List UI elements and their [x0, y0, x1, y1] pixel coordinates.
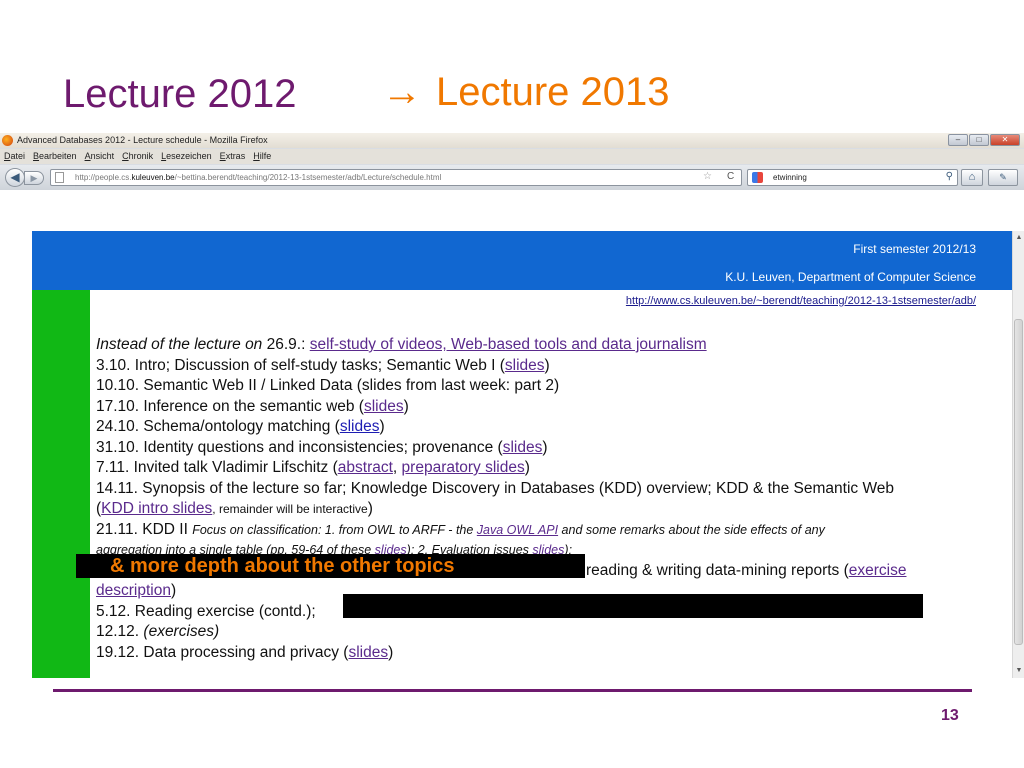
slides-link[interactable]: slides — [505, 357, 545, 374]
schedule-line: 17.10. Inference on the semantic web (sl… — [96, 397, 409, 415]
forward-button[interactable]: ▶ — [24, 171, 44, 185]
vertical-scrollbar[interactable]: ▲ ▼ — [1012, 231, 1024, 678]
scroll-up-icon[interactable]: ▲ — [1013, 231, 1024, 245]
redaction-box — [343, 594, 923, 618]
page-header: First semester 2012/13 K.U. Leuven, Depa… — [32, 231, 1012, 290]
overlay-annotation: & more depth about the other topics — [110, 555, 455, 577]
green-sidebar — [32, 290, 90, 678]
slides-link[interactable]: slides — [503, 439, 543, 456]
bookmark-star-icon[interactable]: ☆ — [703, 171, 712, 182]
menu-datei[interactable]: Datei — [4, 149, 25, 164]
menu-ansicht[interactable]: Ansicht — [85, 149, 115, 164]
search-engine-icon[interactable] — [752, 172, 763, 183]
menu-bearbeiten[interactable]: Bearbeiten — [33, 149, 77, 164]
slide-title-2012: Lecture 2012 — [63, 72, 297, 116]
footer-divider — [53, 689, 972, 692]
search-bar[interactable]: etwinning ⚲ — [747, 169, 958, 186]
kdd-intro-slides-link[interactable]: KDD intro slides — [101, 500, 212, 517]
preparatory-slides-link[interactable]: preparatory slides — [402, 459, 525, 476]
schedule-line: 21.11. KDD II Focus on classification: 1… — [96, 520, 825, 538]
maximize-button[interactable]: □ — [969, 134, 989, 146]
page-icon — [55, 172, 64, 183]
firefox-icon — [2, 135, 13, 146]
menu-extras[interactable]: Extras — [220, 149, 246, 164]
course-url-link[interactable]: http://www.cs.kuleuven.be/~berendt/teach… — [626, 295, 976, 307]
menu-lesezeichen[interactable]: Lesezeichen — [161, 149, 212, 164]
schedule-line: 10.10. Semantic Web II / Linked Data (sl… — [96, 377, 560, 394]
department-label: K.U. Leuven, Department of Computer Scie… — [725, 270, 976, 284]
scroll-down-icon[interactable]: ▼ — [1013, 664, 1024, 678]
arrow-right-icon: → — [382, 70, 422, 114]
schedule-line: (KDD intro slides, remainder will be int… — [96, 500, 373, 517]
slides-link[interactable]: slides — [340, 418, 380, 435]
menu-chronik[interactable]: Chronik — [122, 149, 153, 164]
abstract-link[interactable]: abstract — [338, 459, 393, 476]
self-study-link[interactable]: self-study of videos, Web-based tools an… — [310, 336, 707, 353]
window-controls: – □ ✕ — [948, 134, 1020, 146]
slides-link[interactable]: slides — [364, 398, 404, 415]
bookmarks-button[interactable]: ✎ — [988, 169, 1018, 186]
minimize-button[interactable]: – — [948, 134, 968, 146]
search-input[interactable]: etwinning — [773, 173, 807, 182]
schedule-line: 19.12. Data processing and privacy (slid… — [96, 643, 394, 661]
semester-label: First semester 2012/13 — [853, 242, 976, 256]
schedule-line: 31.10. Identity questions and inconsiste… — [96, 438, 548, 456]
back-button[interactable]: ◀ — [5, 168, 25, 187]
address-bar[interactable]: http://people.cs.kuleuven.be/~bettina.be… — [50, 169, 742, 186]
browser-chrome: Advanced Databases 2012 - Lecture schedu… — [0, 133, 1024, 190]
schedule-line: 3.10. Intro; Discussion of self-study ta… — [96, 356, 550, 374]
slide: Lecture 2012 → Lecture 2013 Advanced Data… — [0, 0, 1024, 768]
exercise-link[interactable]: exercise — [849, 562, 907, 579]
slide-title-2013-text: Lecture 2013 — [436, 70, 670, 114]
menu-bar: Datei Bearbeiten Ansicht Chronik Lesezei… — [0, 149, 1024, 164]
search-icon[interactable]: ⚲ — [946, 171, 953, 182]
schedule-line: 24.10. Schema/ontology matching (slides) — [96, 418, 385, 435]
schedule-line: 14.11. Synopsis of the lecture so far; K… — [96, 479, 895, 497]
window-titlebar: Advanced Databases 2012 - Lecture schedu… — [0, 133, 1024, 148]
slides-link[interactable]: slides — [348, 644, 388, 661]
page-number: 13 — [941, 707, 959, 724]
scroll-thumb[interactable] — [1014, 319, 1023, 645]
menu-hilfe[interactable]: Hilfe — [253, 149, 271, 164]
schedule-line: 12.12. (exercises) — [96, 623, 220, 640]
navigation-toolbar: ◀ ▶ http://people.cs.kuleuven.be/~bettin… — [0, 165, 1024, 190]
close-button[interactable]: ✕ — [990, 134, 1020, 146]
schedule-line: Instead of the lecture on 26.9.: self-st… — [96, 336, 707, 353]
window-title: Advanced Databases 2012 - Lecture schedu… — [17, 135, 268, 145]
address-url[interactable]: http://people.cs.kuleuven.be/~bettina.be… — [75, 173, 441, 182]
java-owl-api-link[interactable]: Java OWL API — [477, 523, 558, 537]
schedule-line: 7.11. Invited talk Vladimir Lifschitz (a… — [96, 459, 530, 476]
exercise-description-link[interactable]: description — [96, 582, 171, 599]
reload-icon[interactable]: C — [727, 171, 734, 182]
home-button[interactable]: ⌂ — [961, 169, 983, 186]
slide-title-2013: → Lecture 2013 — [382, 70, 670, 115]
